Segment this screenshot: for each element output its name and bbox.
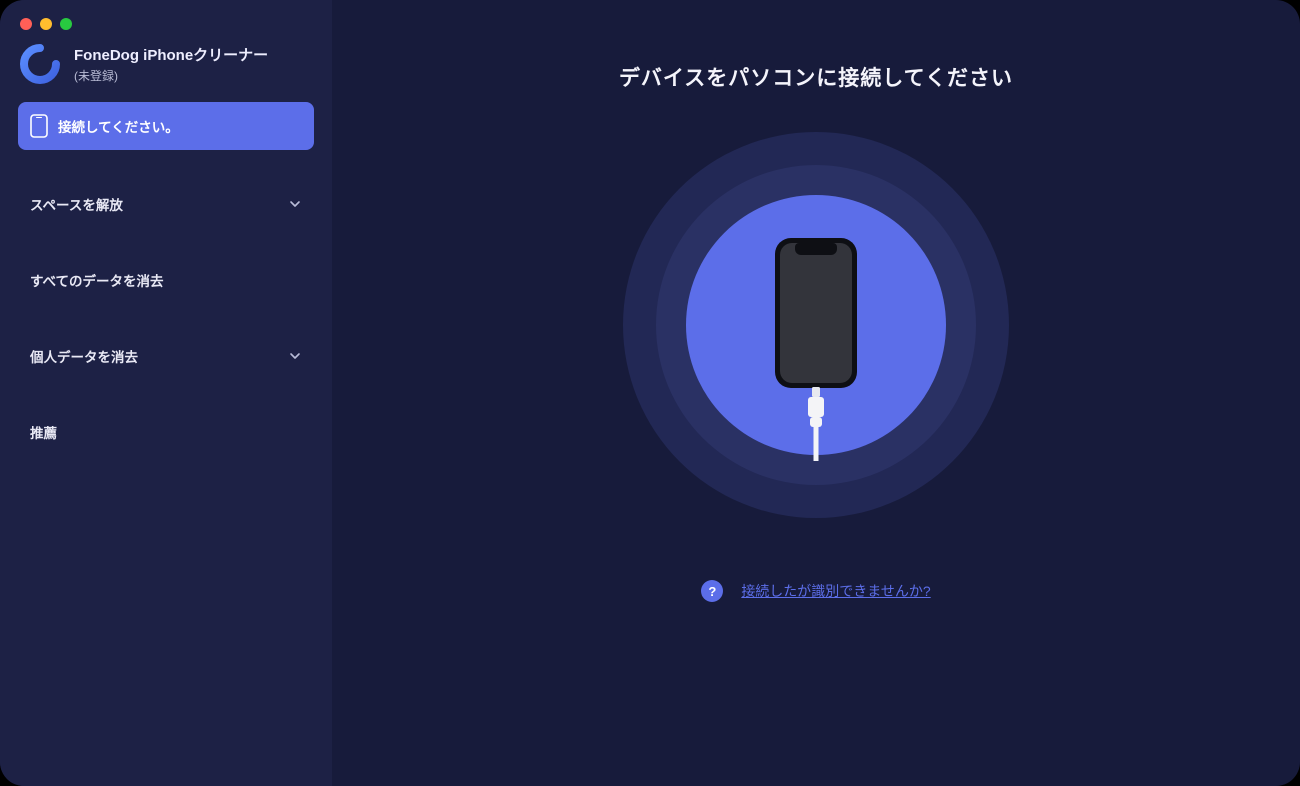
chevron-down-icon — [288, 197, 302, 211]
iphone-outline-icon — [775, 238, 857, 388]
maximize-window-button[interactable] — [60, 18, 72, 30]
fonedog-logo-icon — [20, 44, 60, 84]
sidebar-item-erase-private[interactable]: 個人データを消去 — [18, 334, 314, 378]
close-window-button[interactable] — [20, 18, 32, 30]
app-window: FoneDog iPhoneクリーナー (未登録) 接続してください。 スペース… — [0, 0, 1300, 786]
phone-icon — [30, 114, 48, 138]
sidebar-item-label: 接続してください。 — [58, 116, 179, 136]
sidebar-item-connect[interactable]: 接続してください。 — [18, 102, 314, 150]
sidebar-item-label: 個人データを消去 — [30, 346, 138, 366]
page-title: デバイスをパソコンに接続してください — [619, 62, 1013, 92]
sidebar-item-erase-all[interactable]: すべてのデータを消去 — [18, 258, 314, 302]
sidebar: FoneDog iPhoneクリーナー (未登録) 接続してください。 スペース… — [0, 0, 332, 786]
chevron-down-icon — [288, 349, 302, 363]
app-title: FoneDog iPhoneクリーナー — [74, 44, 268, 65]
minimize-window-button[interactable] — [40, 18, 52, 30]
lightning-cable-icon — [801, 387, 831, 461]
sidebar-item-free-space[interactable]: スペースを解放 — [18, 182, 314, 226]
sidebar-item-label: 推薦 — [30, 422, 57, 442]
main-panel: デバイスをパソコンに接続してください — [332, 0, 1300, 786]
question-mark-icon[interactable]: ? — [701, 580, 723, 602]
help-row: ? 接続したが識別できませんか? — [701, 580, 930, 602]
sidebar-item-label: スペースを解放 — [30, 194, 123, 214]
sidebar-item-label: すべてのデータを消去 — [30, 270, 164, 290]
app-subtitle: (未登録) — [74, 67, 268, 84]
brand: FoneDog iPhoneクリーナー (未登録) — [18, 40, 314, 102]
connect-illustration — [623, 132, 1009, 518]
help-not-detected-link[interactable]: 接続したが識別できませんか? — [741, 581, 930, 601]
sidebar-item-recommend[interactable]: 推薦 — [18, 410, 314, 454]
window-controls — [18, 14, 314, 40]
